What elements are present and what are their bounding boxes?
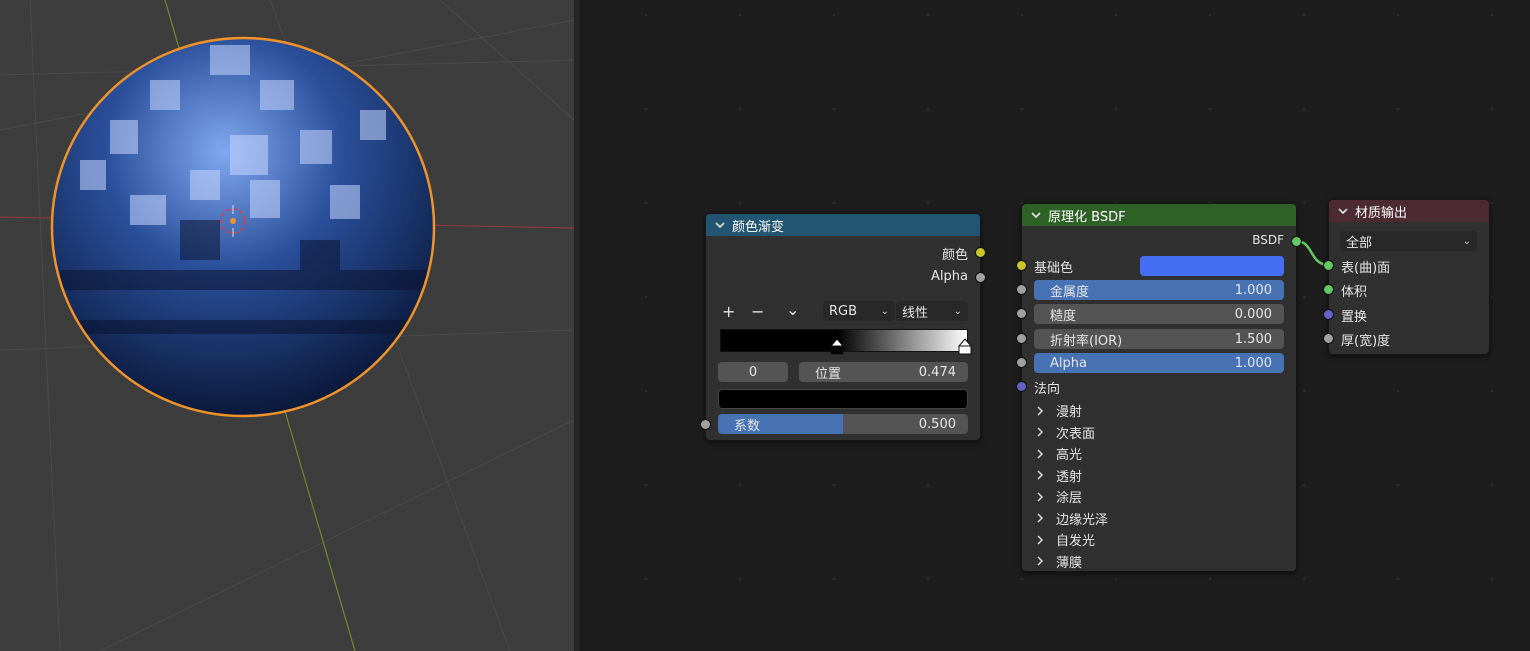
bsdf-panel-3[interactable]: 透射 — [1034, 466, 1082, 485]
chevron-right-icon — [1037, 405, 1044, 416]
input-ior-socket[interactable] — [1016, 333, 1027, 344]
ramp-stop-handle-active[interactable] — [830, 338, 844, 356]
bsdf-panel-5[interactable]: 边缘光泽 — [1034, 509, 1108, 528]
input-roughness-socket[interactable] — [1016, 308, 1027, 319]
ior-label: 折射率(IOR) — [1050, 333, 1123, 349]
shader-node-editor[interactable]: 颜色渐变 颜色 Alpha + − ⌄ RGB ⌄ 线性 ⌄ 0 位置 0.474 — [579, 0, 1530, 651]
alpha-label: Alpha — [1050, 355, 1087, 371]
ior-value: 1.500 — [1234, 331, 1272, 347]
bsdf-panel-1[interactable]: 次表面 — [1034, 423, 1095, 442]
roughness-field[interactable]: 糙度 0.000 — [1034, 304, 1284, 324]
chevron-right-icon — [1037, 448, 1044, 459]
chevron-down-icon: ⌄ — [880, 305, 889, 317]
bsdf-panel-label: 薄膜 — [1056, 555, 1083, 571]
roughness-label: 糙度 — [1050, 308, 1077, 324]
displacement-label: 置换 — [1341, 310, 1368, 325]
metallic-field[interactable]: 金属度 1.000 — [1034, 280, 1284, 300]
node-title: 颜色渐变 — [732, 219, 785, 235]
input-thickness-socket[interactable] — [1323, 333, 1334, 344]
input-base-color-socket[interactable] — [1016, 260, 1027, 271]
active-stop-index-value: 0 — [748, 364, 758, 380]
factor-label: 系数 — [734, 418, 761, 434]
ior-field[interactable]: 折射率(IOR) 1.500 — [1034, 329, 1284, 349]
bsdf-panel-label: 边缘光泽 — [1056, 512, 1109, 528]
chevron-down-icon: ⌄ — [953, 305, 962, 317]
input-factor-socket[interactable] — [700, 419, 711, 430]
output-bsdf-socket[interactable] — [1291, 236, 1302, 247]
chevron-down-icon[interactable] — [1030, 209, 1042, 221]
add-stop-button[interactable]: + — [722, 302, 735, 321]
color-ramp-header[interactable]: 颜色渐变 — [706, 214, 980, 236]
output-color-socket[interactable] — [975, 247, 986, 258]
render-target-dropdown[interactable]: 全部 ⌄ — [1340, 231, 1477, 251]
remove-stop-button[interactable]: − — [751, 302, 764, 321]
color-mode-dropdown[interactable]: RGB ⌄ — [823, 301, 895, 321]
base-color-label: 基础色 — [1034, 261, 1074, 276]
bsdf-panel-0[interactable]: 漫射 — [1034, 401, 1082, 420]
thickness-label: 厚(宽)度 — [1341, 334, 1391, 349]
bsdf-panel-2[interactable]: 高光 — [1034, 444, 1082, 463]
input-metallic-socket[interactable] — [1016, 284, 1027, 295]
chevron-down-icon[interactable] — [714, 219, 726, 231]
node-title: 原理化 BSDF — [1048, 209, 1126, 225]
factor-value: 0.500 — [918, 416, 956, 432]
position-field[interactable]: 位置 0.474 — [799, 362, 968, 382]
output-alpha-socket[interactable] — [975, 272, 986, 283]
position-label: 位置 — [815, 366, 842, 382]
ramp-stop-handle[interactable] — [958, 338, 972, 356]
bsdf-panel-6[interactable]: 自发光 — [1034, 530, 1095, 549]
active-stop-color-swatch[interactable] — [718, 389, 968, 409]
bsdf-panel-label: 涂层 — [1056, 491, 1083, 506]
alpha-field[interactable]: Alpha 1.000 — [1034, 353, 1284, 373]
input-normal-socket[interactable] — [1016, 381, 1027, 392]
color-mode-value: RGB — [829, 303, 858, 319]
chevron-right-icon — [1037, 491, 1044, 502]
bsdf-panel-label: 次表面 — [1056, 426, 1096, 442]
bsdf-panel-label: 漫射 — [1056, 405, 1083, 420]
metallic-value: 1.000 — [1234, 282, 1272, 298]
input-surface-socket[interactable] — [1323, 260, 1334, 271]
interpolation-value: 线性 — [902, 305, 929, 321]
base-color-swatch[interactable] — [1140, 256, 1284, 276]
chevron-right-icon — [1037, 556, 1044, 566]
principled-bsdf-node[interactable]: 原理化 BSDF BSDF 基础色 金属度 1.000 糙度 0.000 折射率… — [1016, 203, 1302, 572]
3d-viewport[interactable] — [0, 0, 574, 651]
output-alpha-label: Alpha — [931, 269, 968, 284]
bsdf-panel-label: 高光 — [1056, 448, 1083, 463]
surface-label: 表(曲)面 — [1341, 261, 1391, 276]
input-volume-socket[interactable] — [1323, 284, 1334, 295]
volume-label: 体积 — [1341, 285, 1368, 300]
chevron-right-icon — [1037, 534, 1044, 545]
material-output-header[interactable]: 材质输出 — [1329, 200, 1489, 222]
metallic-label: 金属度 — [1050, 284, 1090, 300]
render-target-value: 全部 — [1346, 235, 1373, 251]
chevron-down-icon[interactable] — [1337, 205, 1349, 217]
chevron-down-icon: ⌄ — [1462, 235, 1471, 247]
viewport-scene — [0, 0, 574, 651]
bsdf-panel-4[interactable]: 涂层 — [1034, 487, 1082, 506]
chevron-right-icon — [1037, 470, 1044, 480]
bsdf-header[interactable]: 原理化 BSDF — [1022, 204, 1296, 226]
active-stop-index-field[interactable]: 0 — [718, 362, 788, 382]
bsdf-panel-label: 自发光 — [1056, 534, 1096, 549]
input-alpha-socket[interactable] — [1016, 357, 1027, 368]
node-title: 材质输出 — [1355, 205, 1408, 221]
factor-slider[interactable]: 系数 0.500 — [718, 414, 968, 434]
color-ramp-node[interactable]: 颜色渐变 颜色 Alpha + − ⌄ RGB ⌄ 线性 ⌄ 0 位置 0.474 — [700, 213, 986, 441]
output-bsdf-label: BSDF — [1252, 233, 1284, 247]
roughness-value: 0.000 — [1234, 306, 1272, 322]
chevron-right-icon — [1037, 513, 1044, 523]
material-output-node[interactable]: 材质输出 全部 ⌄ 表(曲)面 体积 置换 厚(宽)度 — [1323, 199, 1490, 355]
chevron-right-icon — [1037, 427, 1044, 437]
position-value: 0.474 — [918, 364, 956, 380]
input-displacement-socket[interactable] — [1323, 309, 1334, 320]
interpolation-dropdown[interactable]: 线性 ⌄ — [896, 301, 968, 321]
alpha-value: 1.000 — [1234, 355, 1272, 371]
output-color-label: 颜色 — [941, 248, 968, 263]
color-ramp-gradient[interactable] — [720, 329, 968, 352]
ramp-menu-button[interactable]: ⌄ — [786, 300, 799, 319]
normal-label: 法向 — [1034, 382, 1061, 397]
bsdf-panel-label: 透射 — [1056, 469, 1083, 485]
bsdf-panel-7[interactable]: 薄膜 — [1034, 552, 1082, 571]
